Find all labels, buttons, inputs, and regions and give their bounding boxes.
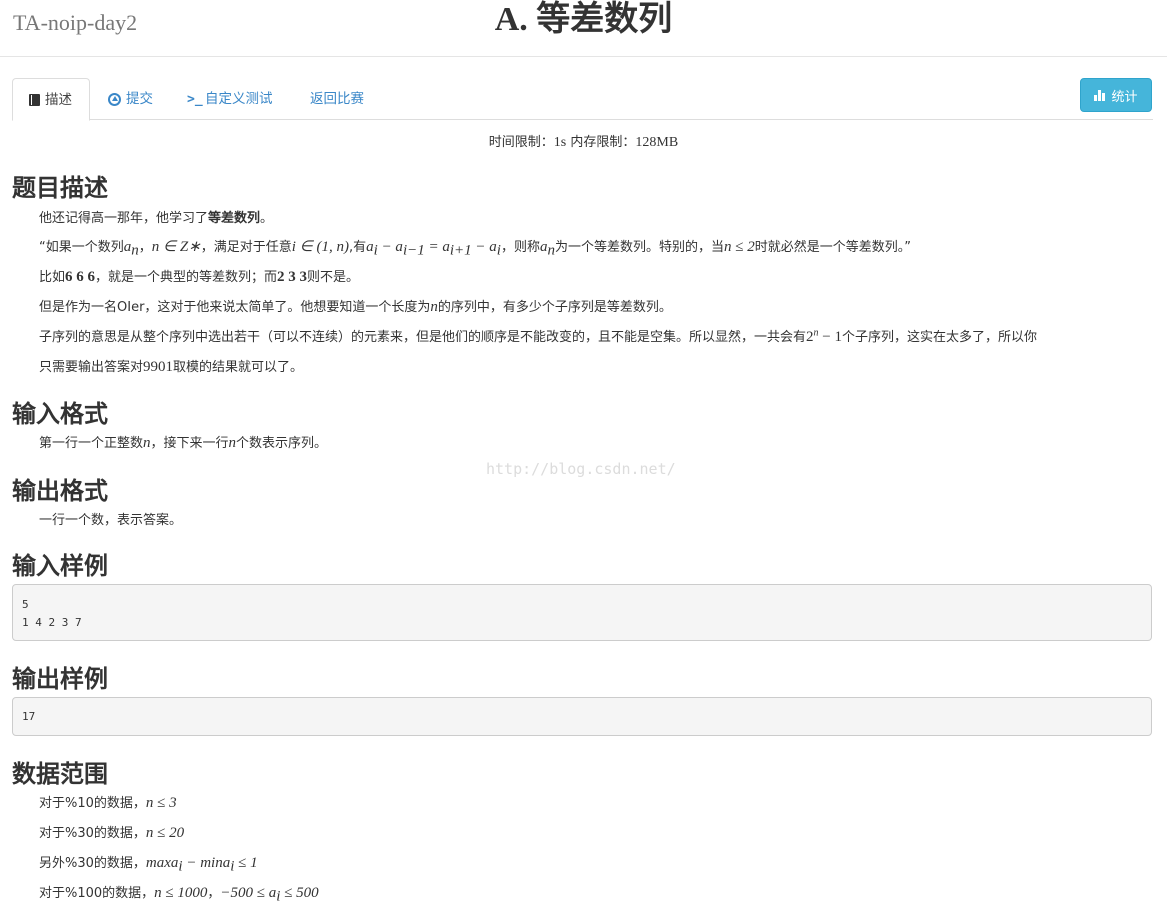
problem-title: A. 等差数列 bbox=[494, 1, 673, 38]
tab-submit[interactable]: 提交 bbox=[92, 78, 169, 120]
section-heading-data-range: 数据范围 bbox=[12, 760, 108, 788]
tab-custom-test[interactable]: >_ 自定义测试 bbox=[171, 78, 289, 120]
time-limit-value: 1s bbox=[553, 135, 567, 150]
description-paragraph-4: 但是作为一名OIer，这对于他来说太简单了。他想要知道一个长度为n的序列中，有多… bbox=[39, 299, 672, 315]
tab-description[interactable]: 描述 bbox=[12, 78, 90, 121]
description-paragraph-3: 比如6 6 6，就是一个典型的等差数列；而2 3 3则不是。 bbox=[39, 269, 360, 285]
data-range-line-3: 另外%30的数据，maxai − minai ≤ 1 bbox=[39, 855, 258, 875]
data-range-line-4: 对于%100的数据，n ≤ 1000，−500 ≤ ai ≤ 500 bbox=[39, 885, 319, 905]
time-limit-label: 时间限制： bbox=[488, 135, 554, 150]
limits-line: 时间限制：1s 内存限制：128MB bbox=[0, 131, 1167, 151]
description-paragraph-2: “如果一个数列an，n ∈ Z∗，满足对于任意i ∈ (1, n),有ai − … bbox=[39, 239, 911, 259]
bar-chart-icon bbox=[1094, 89, 1107, 101]
sample-output-box[interactable]: 17 bbox=[12, 697, 1152, 736]
terminal-icon: >_ bbox=[187, 91, 203, 107]
section-heading-description: 题目描述 bbox=[12, 174, 108, 202]
stats-button-label: 统计 bbox=[1111, 89, 1138, 105]
data-range-line-2: 对于%30的数据，n ≤ 20 bbox=[39, 825, 185, 841]
sample-input-box[interactable]: 5 1 4 2 3 7 bbox=[12, 584, 1152, 641]
description-paragraph-6: 只需要输出答案对9901取模的结果就可以了。 bbox=[39, 359, 304, 375]
tab-label: 返回比赛 bbox=[310, 91, 364, 107]
description-paragraph-1: 他还记得高一那年，他学习了等差数列。 bbox=[39, 211, 274, 226]
section-heading-input-format: 输入格式 bbox=[12, 400, 108, 428]
memory-limit-label: 内存限制： bbox=[570, 135, 636, 150]
section-heading-sample-input: 输入样例 bbox=[12, 552, 108, 580]
tab-label: 提交 bbox=[126, 91, 153, 107]
tab-back-to-contest[interactable]: 返回比赛 bbox=[294, 78, 380, 120]
output-format-text: 一行一个数，表示答案。 bbox=[39, 513, 183, 528]
book-icon bbox=[29, 93, 40, 106]
upload-icon bbox=[108, 92, 121, 106]
tab-label: 自定义测试 bbox=[205, 91, 273, 107]
page-header: TA-noip-day2 A. 等差数列 bbox=[0, 0, 1167, 57]
problem-tabs: 描述 提交 >_ 自定义测试 返回比赛 bbox=[12, 78, 1153, 121]
section-heading-output-format: 输出格式 bbox=[12, 477, 108, 505]
data-range-line-1: 对于%10的数据，n ≤ 3 bbox=[39, 795, 177, 811]
stats-button[interactable]: 统计 bbox=[1080, 78, 1152, 112]
watermark: http://blog.csdn.net/ bbox=[486, 460, 676, 478]
memory-limit-value: 128MB bbox=[635, 135, 679, 150]
tab-label: 描述 bbox=[45, 91, 72, 108]
section-heading-sample-output: 输出样例 bbox=[12, 665, 108, 693]
input-format-text: 第一行一个正整数n，接下来一行n个数表示序列。 bbox=[39, 435, 328, 451]
description-paragraph-5: 子序列的意思是从整个序列中选出若干（可以不连续）的元素来，但是他们的顺序是不能改… bbox=[39, 327, 1037, 345]
